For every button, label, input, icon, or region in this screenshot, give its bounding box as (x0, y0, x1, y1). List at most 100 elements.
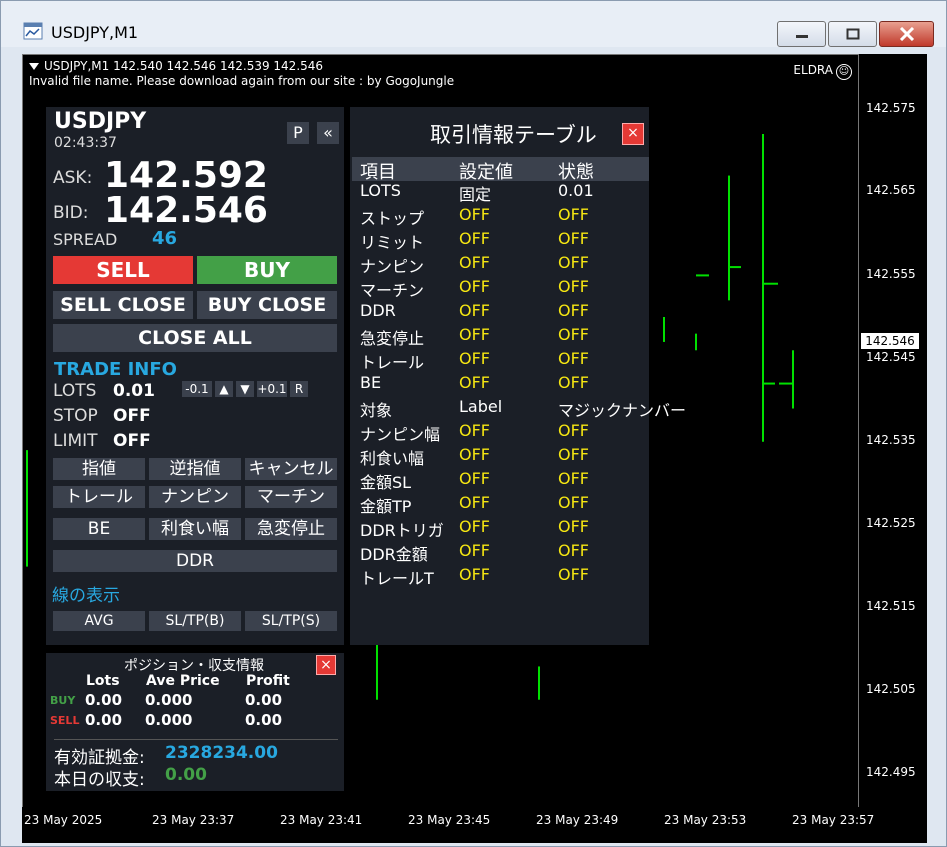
lots-reset-button[interactable]: R (290, 381, 308, 397)
margin-value: 2328234.00 (165, 743, 278, 763)
table-cell-setting: OFF (459, 205, 490, 224)
price-tick-label: 142.555 (866, 267, 916, 281)
table-cell-setting: Label (459, 397, 503, 416)
close-icon (899, 27, 914, 41)
stop-label: STOP (53, 406, 98, 426)
table-cell-status: OFF (558, 493, 589, 512)
table-cell-item: 対象 (360, 401, 393, 420)
close-window-button[interactable] (879, 21, 934, 47)
table-cell-item: 金額SL (360, 473, 412, 492)
table-cell-setting: OFF (459, 301, 490, 320)
table-cell-setting: OFF (459, 277, 490, 296)
price-tick-label: 142.535 (866, 433, 916, 447)
ddr-button[interactable]: DDR (53, 550, 337, 572)
emergency-stop-button[interactable]: 急変停止 (245, 518, 337, 540)
table-cell-item: DDR (360, 301, 396, 320)
dropdown-icon (29, 63, 39, 70)
take-profit-width-button[interactable]: 利食い幅 (149, 518, 241, 540)
table-cell-status: OFF (558, 469, 589, 488)
table-cell-status: マジックナンバー (558, 401, 687, 420)
trailing-button[interactable]: トレール (53, 486, 145, 508)
position-panel: ポジション・収支情報 × Lots Ave Price Profit BUY 0… (46, 653, 344, 791)
table-title: 取引情報テーブル (430, 123, 597, 147)
ea-name: ELDRA (793, 63, 833, 77)
today-pl-value: 0.00 (165, 765, 207, 785)
table-cell-status: 0.01 (558, 181, 594, 200)
price-axis[interactable]: 142.575 142.565 142.555 142.545 142.535 142.5… (859, 54, 927, 808)
window-title: USDJPY,M1 (51, 23, 139, 42)
buy-lots: 0.00 (85, 691, 123, 709)
time-tick-label: 23 May 2025 (24, 813, 103, 827)
sell-ave-price: 0.000 (145, 711, 193, 729)
lots-value: 0.01 (113, 381, 155, 401)
table-cell-status: OFF (558, 445, 589, 464)
bid-price: 142.546 (104, 190, 268, 231)
collapse-button[interactable]: « (317, 122, 339, 144)
nanpin-button[interactable]: ナンピン (149, 486, 241, 508)
sell-close-button[interactable]: SELL CLOSE (53, 291, 193, 319)
table-close-button[interactable]: × (622, 123, 644, 145)
stop-order-button[interactable]: 逆指値 (149, 458, 241, 480)
price-tick-label: 142.495 (866, 765, 916, 779)
limit-label: LIMIT (53, 431, 98, 451)
table-cell-status: OFF (558, 301, 589, 320)
table-cell-item: ナンピン (360, 257, 425, 276)
table-cell-item: リミット (360, 233, 425, 252)
sltp-buy-line-button[interactable]: SL/TP(B) (149, 611, 241, 631)
sell-profit: 0.00 (245, 711, 283, 729)
sell-row-label: SELL (50, 714, 80, 727)
table-cell-setting: OFF (459, 469, 490, 488)
table-cell-setting: OFF (459, 325, 490, 344)
buy-close-button[interactable]: BUY CLOSE (197, 291, 337, 319)
chart-window-icon (23, 22, 43, 40)
table-cell-item: ナンピン幅 (360, 425, 441, 444)
time-axis[interactable]: 23 May 2025 23 May 23:37 23 May 23:41 23 Ma… (22, 807, 927, 843)
sell-lots: 0.00 (85, 711, 123, 729)
table-cell-status: OFF (558, 205, 589, 224)
martin-button[interactable]: マーチン (245, 486, 337, 508)
table-header: 項目 設定値 状態 (352, 157, 649, 183)
table-cell-status: OFF (558, 541, 589, 560)
lots-down-button[interactable]: ▼ (236, 381, 254, 397)
today-pl-label: 本日の収支: (54, 770, 145, 790)
limit-value: OFF (113, 431, 151, 451)
table-cell-status: OFF (558, 517, 589, 536)
be-button[interactable]: BE (53, 518, 145, 540)
lots-minus-button[interactable]: -0.1 (182, 381, 212, 397)
avg-line-button[interactable]: AVG (53, 611, 145, 631)
table-cell-item: LOTS (360, 181, 401, 200)
minimize-button[interactable] (777, 21, 826, 47)
buy-button[interactable]: BUY (197, 256, 337, 284)
time-tick-label: 23 May 23:49 (536, 813, 619, 827)
position-panel-close-button[interactable]: × (316, 655, 336, 675)
trade-info-table: 取引情報テーブル × 項目 設定値 状態 LOTS 固定 0.01 ストップ OFF OF… (350, 107, 686, 645)
table-cell-status: OFF (558, 325, 589, 344)
table-cell-setting: OFF (459, 517, 490, 536)
chart-quote-text: USDJPY,M1 142.540 142.546 142.539 142.54… (44, 59, 324, 73)
sell-button[interactable]: SELL (53, 256, 193, 284)
time-tick-label: 23 May 23:41 (280, 813, 363, 827)
table-cell-item: トレールT (360, 569, 434, 588)
table-cell-setting: 固定 (459, 185, 492, 204)
price-tick-label: 142.575 (866, 101, 916, 115)
lots-plus-button[interactable]: +0.1 (257, 381, 287, 397)
ave-price-header: Ave Price (146, 673, 220, 689)
table-cell-item: 金額TP (360, 497, 412, 516)
table-cell-setting: OFF (459, 565, 490, 584)
close-all-button[interactable]: CLOSE ALL (53, 324, 337, 352)
table-cell-item: DDR金額 (360, 545, 428, 564)
position-panel-title: ポジション・収支情報 (124, 658, 264, 674)
table-cell-item: 利食い幅 (360, 449, 425, 468)
cancel-button[interactable]: キャンセル (245, 458, 337, 480)
lots-up-button[interactable]: ▲ (215, 381, 233, 397)
maximize-button[interactable] (828, 21, 877, 47)
p-button[interactable]: P (287, 122, 309, 144)
price-tick-label: 142.505 (866, 682, 916, 696)
title-bar[interactable]: USDJPY,M1 (1, 1, 946, 47)
time-tick-label: 23 May 23:37 (152, 813, 235, 827)
table-cell-item: トレール (360, 353, 425, 372)
ea-indicator[interactable]: ELDRA ☺ (793, 63, 852, 80)
limit-order-button[interactable]: 指値 (53, 458, 145, 480)
smiley-icon: ☺ (836, 64, 852, 80)
sltp-sell-line-button[interactable]: SL/TP(S) (245, 611, 337, 631)
